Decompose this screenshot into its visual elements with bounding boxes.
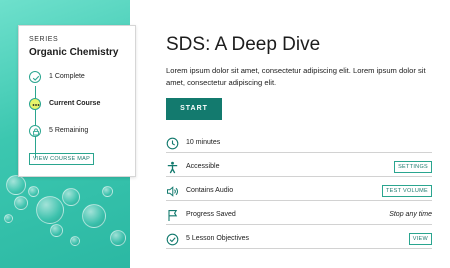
- start-button[interactable]: START: [166, 98, 222, 120]
- bubble: [14, 196, 28, 210]
- info-row-duration: 10 minutes: [166, 133, 432, 153]
- bubble: [4, 214, 13, 223]
- series-label: SERIES: [29, 36, 59, 43]
- info-row-audio: Contains Audio TEST VOLUME: [166, 181, 432, 201]
- view-course-map-button[interactable]: VIEW COURSE MAP: [29, 153, 95, 165]
- step-label: Current Course: [49, 100, 101, 107]
- test-volume-button[interactable]: TEST VOLUME: [381, 185, 432, 197]
- view-objectives-button[interactable]: VIEW: [408, 233, 432, 245]
- info-label: 5 Lesson Objectives: [186, 235, 250, 242]
- step-label: 1 Complete: [49, 73, 85, 80]
- bubble: [110, 230, 126, 246]
- series-name: Organic Chemistry: [29, 47, 119, 58]
- progress-track: [35, 86, 36, 158]
- bubble: [62, 188, 80, 206]
- bubble: [28, 186, 39, 197]
- info-note: Stop any time: [389, 211, 432, 218]
- series-card: SERIES Organic Chemistry 1 Complete Curr…: [18, 25, 136, 177]
- info-label: Contains Audio: [186, 187, 234, 194]
- ellipsis-icon: [29, 98, 41, 110]
- course-title: SDS: A Deep Dive: [166, 34, 321, 55]
- speaker-icon: [166, 185, 179, 198]
- bubble: [70, 236, 80, 246]
- check-circle-icon: [166, 233, 179, 246]
- bubble: [102, 186, 113, 197]
- bubble: [36, 196, 64, 224]
- info-label: Accessible: [186, 163, 220, 170]
- info-row-accessible: Accessible SETTINGS: [166, 157, 432, 177]
- step-label: 5 Remaining: [49, 127, 89, 134]
- accessibility-icon: [166, 161, 179, 174]
- info-row-progress: Progress Saved Stop any time: [166, 205, 432, 225]
- info-label: Progress Saved: [186, 211, 236, 218]
- course-description: Lorem ipsum dolor sit amet, consectetur …: [166, 66, 426, 87]
- info-row-objectives: 5 Lesson Objectives VIEW: [166, 229, 432, 249]
- check-icon: [29, 71, 41, 83]
- clock-icon: [166, 137, 179, 150]
- bubble: [82, 204, 106, 228]
- bubble: [6, 175, 26, 195]
- settings-button[interactable]: SETTINGS: [394, 161, 432, 173]
- flag-icon: [166, 209, 179, 222]
- bubble: [50, 224, 63, 237]
- lock-icon: [29, 125, 41, 137]
- info-label: 10 minutes: [186, 139, 221, 146]
